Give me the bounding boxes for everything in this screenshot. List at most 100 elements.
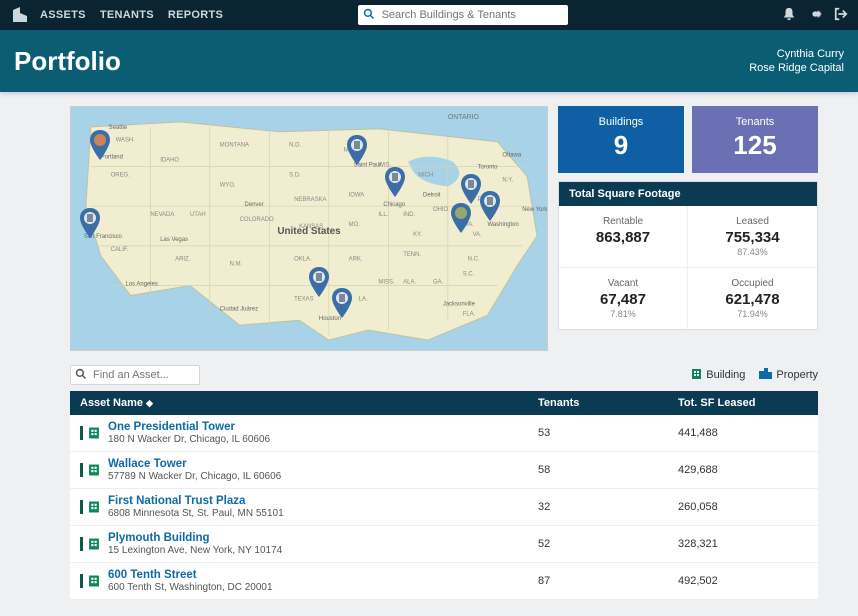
- tenants-card[interactable]: Tenants 125: [692, 106, 818, 173]
- svg-text:ALA.: ALA.: [403, 280, 416, 286]
- svg-text:N.M.: N.M.: [230, 262, 243, 268]
- svg-text:OKLA.: OKLA.: [294, 257, 312, 263]
- row-type-icon: [80, 574, 100, 588]
- svg-text:S.C.: S.C.: [463, 272, 475, 278]
- nav-right-icons: [782, 7, 848, 24]
- asset-tenants: 52: [538, 538, 678, 550]
- svg-text:ARIZ.: ARIZ.: [175, 257, 191, 263]
- app-logo[interactable]: [10, 5, 30, 25]
- svg-text:KY.: KY.: [413, 232, 422, 238]
- svg-text:Detroit: Detroit: [423, 192, 441, 198]
- map-pin[interactable]: [88, 130, 112, 160]
- top-nav: ASSETS TENANTS REPORTS: [0, 0, 858, 30]
- building-icon: [691, 368, 702, 383]
- asset-legend: Building Property: [691, 368, 818, 383]
- sqft-cell-label: Leased: [692, 216, 813, 227]
- map-pin[interactable]: [449, 203, 473, 233]
- svg-text:NEBRASKA: NEBRASKA: [294, 197, 326, 203]
- tenants-label: Tenants: [692, 116, 818, 128]
- svg-text:FLA.: FLA.: [463, 311, 476, 317]
- col-sf-leased[interactable]: Tot. SF Leased: [678, 397, 808, 409]
- asset-address: 6808 Minnesota St, St. Paul, MN 55101: [108, 508, 538, 519]
- side-cards: Buildings 9 Tenants 125 Total Square Foo…: [558, 106, 818, 351]
- sqft-occupied: Occupied 621,478 71.94%: [688, 268, 817, 329]
- map-pin[interactable]: [307, 267, 331, 297]
- summary-cards: Buildings 9 Tenants 125: [558, 106, 818, 173]
- nav-reports[interactable]: REPORTS: [168, 9, 223, 21]
- svg-text:TEXAS: TEXAS: [294, 296, 314, 302]
- logo-icon: [10, 5, 30, 25]
- property-icon: [759, 368, 772, 382]
- row-type-icon: [80, 463, 100, 477]
- svg-text:MO.: MO.: [349, 222, 361, 228]
- svg-text:Ottawa: Ottawa: [502, 153, 522, 159]
- asset-search-input[interactable]: [70, 365, 200, 385]
- sqft-cell-pct: 7.81%: [563, 309, 683, 319]
- map-pin[interactable]: [383, 167, 407, 197]
- svg-text:LA.: LA.: [359, 296, 368, 302]
- nav-tenants[interactable]: TENANTS: [100, 9, 154, 21]
- nav-assets[interactable]: ASSETS: [40, 9, 86, 21]
- asset-address: 180 N Wacker Dr, Chicago, IL 60606: [108, 434, 538, 445]
- portfolio-map[interactable]: United States ONTARIO WASH. OREG. IDAHO …: [70, 106, 548, 351]
- map-pin[interactable]: [330, 288, 354, 318]
- sqft-cell-label: Vacant: [563, 278, 683, 289]
- asset-search: [70, 365, 200, 385]
- table-row[interactable]: One Presidential Tower 180 N Wacker Dr, …: [70, 415, 818, 452]
- asset-name-link[interactable]: Wallace Tower: [108, 458, 538, 470]
- page-header: Portfolio Cynthia Curry Rose Ridge Capit…: [0, 30, 858, 92]
- logout-icon[interactable]: [834, 7, 848, 24]
- sqft-cell-value: 863,887: [563, 229, 683, 246]
- buildings-label: Buildings: [558, 116, 684, 128]
- asset-address: 57789 N Wacker Dr, Chicago, IL 60606: [108, 471, 538, 482]
- gear-icon[interactable]: [808, 7, 822, 24]
- content: United States ONTARIO WASH. OREG. IDAHO …: [0, 92, 858, 600]
- svg-text:OREG.: OREG.: [111, 172, 130, 178]
- user-name: Cynthia Curry: [749, 47, 844, 61]
- search-input[interactable]: [358, 5, 568, 25]
- page-title: Portfolio: [14, 46, 121, 77]
- svg-text:IOWA: IOWA: [349, 192, 365, 198]
- svg-text:Ciudad Juárez: Ciudad Juárez: [220, 306, 258, 312]
- search-icon: [75, 368, 87, 383]
- svg-text:IND.: IND.: [403, 212, 415, 218]
- map-pin[interactable]: [78, 208, 102, 238]
- bell-icon[interactable]: [782, 7, 796, 24]
- sqft-rentable: Rentable 863,887: [559, 206, 688, 268]
- legend-property: Property: [759, 368, 818, 382]
- col-asset-name[interactable]: Asset Name◆: [80, 397, 538, 409]
- sqft-title: Total Square Footage: [559, 182, 817, 206]
- svg-text:CALIF.: CALIF.: [111, 247, 129, 253]
- table-row[interactable]: 600 Tenth Street 600 Tenth St, Washingto…: [70, 563, 818, 600]
- map-pin[interactable]: [345, 135, 369, 165]
- map-pin[interactable]: [478, 191, 502, 221]
- asset-name-link[interactable]: 600 Tenth Street: [108, 569, 538, 581]
- svg-text:Denver: Denver: [245, 202, 264, 208]
- svg-text:Las Vegas: Las Vegas: [160, 237, 188, 243]
- search-icon: [363, 8, 375, 23]
- svg-text:Toronto: Toronto: [478, 165, 499, 171]
- buildings-card[interactable]: Buildings 9: [558, 106, 684, 173]
- asset-name-link[interactable]: One Presidential Tower: [108, 421, 538, 433]
- row-type-icon: [80, 500, 100, 514]
- col-tenants[interactable]: Tenants: [538, 397, 678, 409]
- svg-text:MISS.: MISS.: [378, 280, 395, 286]
- table-row[interactable]: Wallace Tower 57789 N Wacker Dr, Chicago…: [70, 452, 818, 489]
- sqft-grid: Rentable 863,887 Leased 755,334 87.43% V…: [559, 206, 817, 329]
- legend-property-label: Property: [776, 369, 818, 381]
- asset-name-link[interactable]: Plymouth Building: [108, 532, 538, 544]
- buildings-value: 9: [558, 130, 684, 161]
- map-svg: United States ONTARIO WASH. OREG. IDAHO …: [71, 107, 547, 350]
- table-row[interactable]: First National Trust Plaza 6808 Minnesot…: [70, 489, 818, 526]
- asset-tenants: 53: [538, 427, 678, 439]
- sqft-vacant: Vacant 67,487 7.81%: [559, 268, 688, 329]
- legend-building-label: Building: [706, 369, 745, 381]
- svg-text:IDAHO: IDAHO: [160, 158, 179, 164]
- table-row[interactable]: Plymouth Building 15 Lexington Ave, New …: [70, 526, 818, 563]
- building-icon: [88, 500, 100, 514]
- svg-text:New York: New York: [522, 207, 547, 213]
- asset-tenants: 87: [538, 575, 678, 587]
- sqft-cell-label: Occupied: [692, 278, 813, 289]
- asset-name-link[interactable]: First National Trust Plaza: [108, 495, 538, 507]
- sqft-cell-pct: 71.94%: [692, 309, 813, 319]
